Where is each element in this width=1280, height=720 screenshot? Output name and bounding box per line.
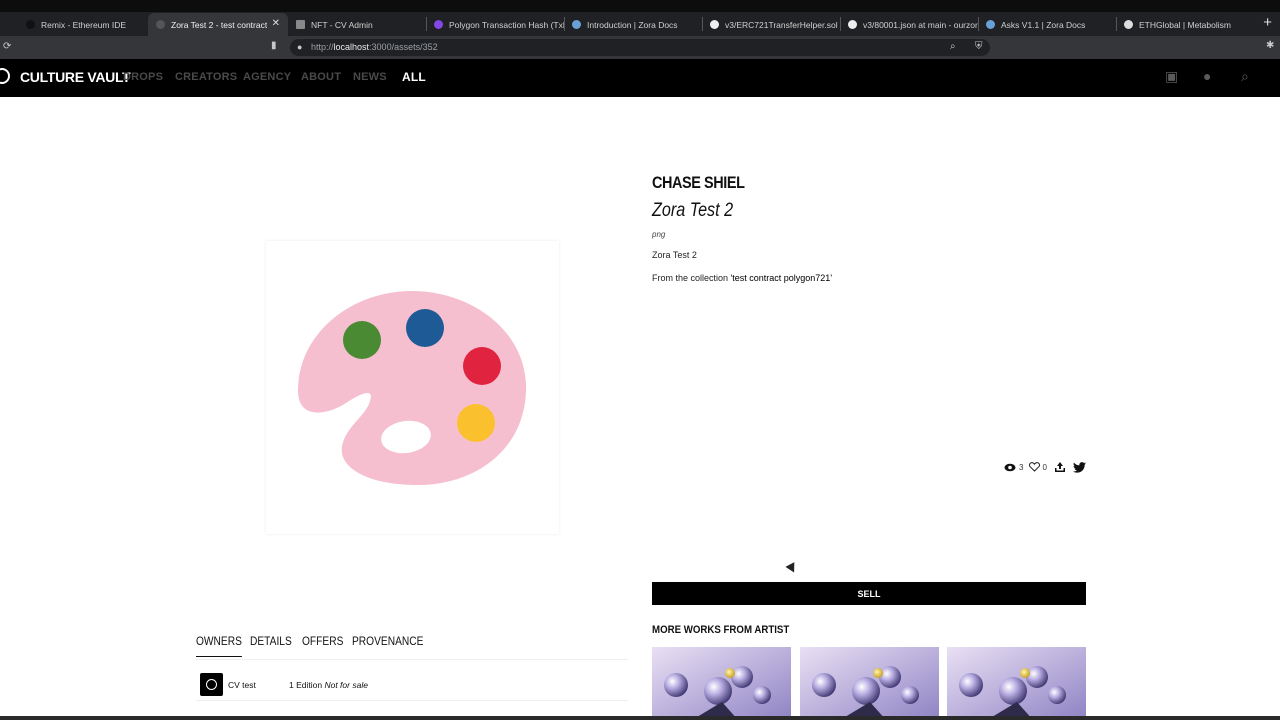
new-tab-icon[interactable]: + — [1263, 14, 1272, 31]
culture-vault-logo-icon[interactable] — [0, 68, 10, 84]
window-bottom-strip — [0, 716, 1280, 720]
reload-icon[interactable]: ⟳ — [3, 41, 11, 52]
eye-icon — [1004, 463, 1016, 471]
browser-tab-polygon[interactable]: Polygon Transaction Hash (Txh — [426, 13, 564, 36]
asset-stats: 3 0 — [1004, 461, 1086, 473]
browser-tab-cv-admin[interactable]: NFT - CV Admin — [288, 13, 426, 36]
user-icon[interactable]: ● — [1203, 68, 1211, 84]
nav-link-all[interactable]: ALL — [402, 70, 426, 84]
browser-tab-zora-test[interactable]: Zora Test 2 - test contract ✕ — [148, 13, 288, 36]
tab-details[interactable]: DETAILS — [250, 634, 292, 648]
blue-paint-dot — [406, 309, 444, 347]
nav-link-creators[interactable]: CREATORS — [175, 71, 237, 83]
owner-editions: 1 Edition Not for sale — [289, 680, 368, 690]
ethglobal-favicon-icon — [1124, 20, 1133, 29]
view-count: 3 — [1019, 462, 1024, 472]
polygon-favicon-icon — [434, 20, 443, 29]
site-info-icon[interactable]: ● — [297, 42, 302, 52]
red-paint-dot — [463, 347, 501, 385]
wallet-icon[interactable]: ▣ — [1165, 68, 1178, 85]
browser-tab-github-json[interactable]: v3/80001.json at main - ourzor — [840, 13, 978, 36]
owner-avatar — [200, 673, 223, 696]
yellow-paint-dot — [457, 404, 495, 442]
share-icon[interactable] — [1054, 462, 1065, 472]
nav-link-agency[interactable]: AGENCY — [243, 71, 291, 83]
browser-tab-asks-docs[interactable]: Asks V1.1 | Zora Docs — [978, 13, 1116, 36]
asset-title: Zora Test 2 — [652, 200, 734, 221]
browser-tab-remix[interactable]: Remix - Ethereum IDE — [18, 13, 148, 36]
remix-favicon-icon — [26, 20, 35, 29]
twitter-icon[interactable] — [1072, 461, 1086, 473]
collection-line: From the collection 'test contract polyg… — [652, 273, 833, 283]
zoom-icon[interactable]: ⌕ — [950, 41, 956, 52]
github-favicon-icon — [848, 20, 857, 29]
heart-icon[interactable] — [1029, 462, 1041, 472]
zora-favicon-icon — [986, 20, 995, 29]
browser-tab-bar: Remix - Ethereum IDE Zora Test 2 - test … — [0, 0, 1280, 36]
artwork-frame[interactable] — [266, 241, 559, 534]
window-top-strip — [0, 0, 1280, 12]
spheres-artwork-thumbnail — [800, 647, 939, 720]
owner-row[interactable]: CV test 1 Edition Not for sale — [196, 671, 628, 701]
tab-provenance[interactable]: PROVENANCE — [352, 634, 423, 648]
tab-offers[interactable]: OFFERS — [302, 634, 343, 648]
mouse-cursor-icon — [785, 562, 799, 575]
browser-tab-github-helper[interactable]: v3/ERC721TransferHelper.sol a — [702, 13, 840, 36]
asset-description: Zora Test 2 — [652, 250, 697, 260]
nav-link-news[interactable]: NEWS — [353, 71, 387, 83]
like-count: 0 — [1042, 462, 1047, 472]
address-url[interactable]: http://localhost:3000/assets/352 — [311, 42, 438, 52]
zora-favicon-icon — [572, 20, 581, 29]
more-works-heading: MORE WORKS FROM ARTIST — [652, 624, 790, 636]
green-paint-dot — [343, 321, 381, 359]
tabs-divider — [196, 659, 628, 660]
more-works-thumbnail[interactable] — [947, 647, 1086, 720]
github-favicon-icon — [710, 20, 719, 29]
owner-name[interactable]: CV test — [228, 680, 256, 690]
more-works-thumbnail[interactable] — [800, 647, 939, 720]
brand-name[interactable]: CULTURE VAULT — [20, 69, 131, 85]
more-works-thumbnail[interactable] — [652, 647, 791, 720]
nav-link-drops[interactable]: DROPS — [123, 71, 163, 83]
browser-tab-zora-docs[interactable]: Introduction | Zora Docs — [564, 13, 702, 36]
address-bar[interactable]: ● http://localhost:3000/assets/352 ⌕ ⛨ — [290, 39, 990, 56]
nav-link-about[interactable]: ABOUT — [301, 71, 341, 83]
sell-button[interactable]: SELL — [652, 582, 1086, 605]
bookmark-icon[interactable]: ▮ — [271, 40, 277, 51]
page-favicon-icon — [156, 20, 165, 29]
extensions-icon[interactable]: ✱ — [1266, 40, 1274, 51]
asset-file-type: png — [652, 230, 666, 239]
search-icon[interactable]: ⌕ — [1241, 68, 1249, 85]
sale-status: Not for sale — [324, 680, 368, 690]
paint-palette-artwork — [298, 291, 527, 486]
browser-toolbar: ⟳ ▮ ● http://localhost:3000/assets/352 ⌕… — [0, 36, 1280, 59]
tab-owners[interactable]: OWNERS — [196, 634, 242, 657]
spheres-artwork-thumbnail — [947, 647, 1086, 720]
cv-admin-favicon-icon — [296, 20, 305, 29]
spheres-artwork-thumbnail — [652, 647, 791, 720]
browser-tab-ethglobal[interactable]: ETHGlobal | Metabolism — [1116, 13, 1254, 36]
close-tab-icon[interactable]: ✕ — [272, 18, 280, 29]
artist-name[interactable]: CHASE SHIEL — [652, 173, 745, 193]
site-header: CULTURE VAULT DROPS CREATORS AGENCY ABOU… — [0, 59, 1280, 97]
collection-link[interactable]: 'test contract polygon721' — [731, 273, 833, 283]
brave-shield-icon[interactable]: ⛨ — [975, 41, 983, 52]
